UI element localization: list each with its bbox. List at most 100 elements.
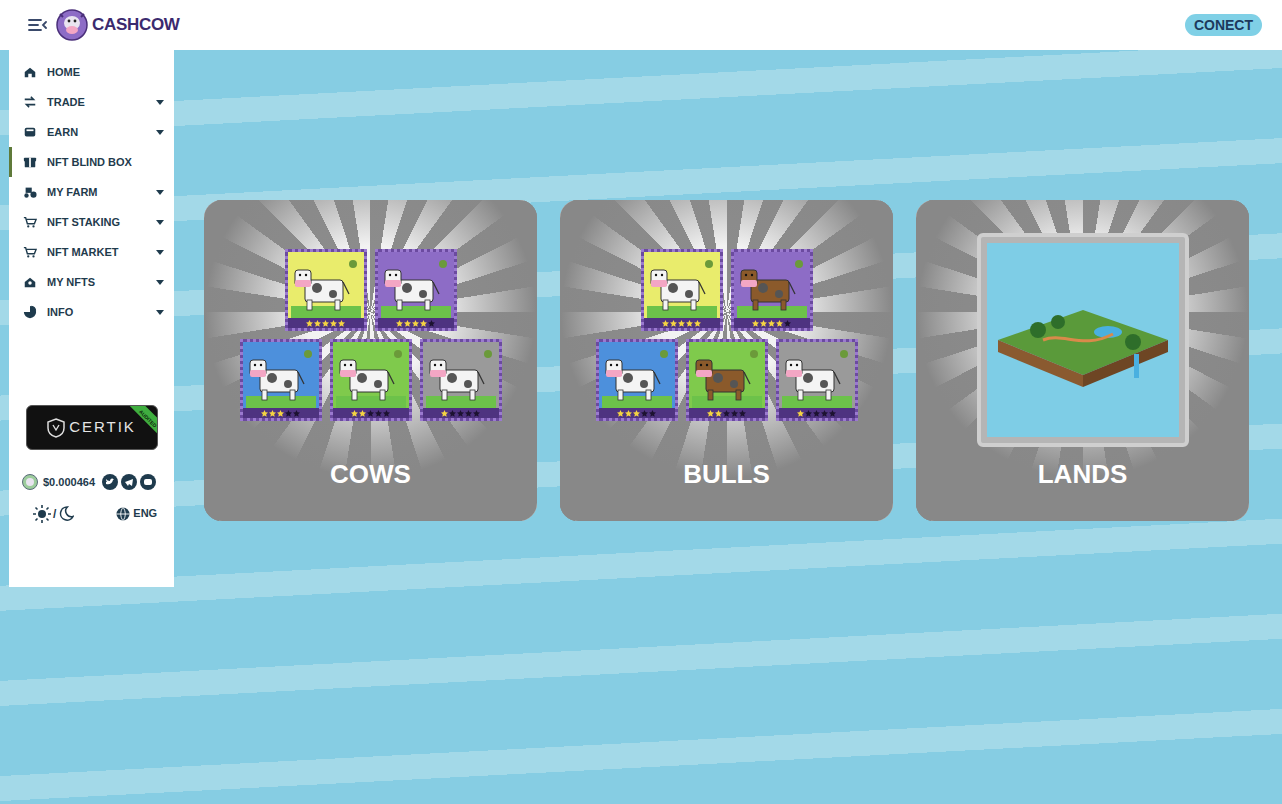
nft-card[interactable] xyxy=(686,339,768,421)
star-icon xyxy=(441,410,448,417)
house-icon xyxy=(23,275,37,289)
sidebar-label[interactable]: EARN xyxy=(47,124,78,141)
nft-preview xyxy=(596,249,858,421)
land-card[interactable] xyxy=(977,233,1189,447)
sidebar-item[interactable]: TRADE xyxy=(9,87,174,117)
star-icon xyxy=(449,410,456,417)
star-icon xyxy=(338,320,345,327)
sidebar-label[interactable]: MY NFTS xyxy=(47,274,95,291)
chevron-slot xyxy=(156,129,164,135)
category-title[interactable]: BULLS xyxy=(683,458,770,490)
menu-toggle[interactable] xyxy=(26,14,48,36)
cart-icon xyxy=(23,245,37,259)
chevron-down-icon xyxy=(156,130,164,135)
nft-card[interactable] xyxy=(641,249,723,331)
social-link[interactable] xyxy=(140,474,156,490)
category-card[interactable]: COWS xyxy=(204,200,537,521)
nft-card[interactable] xyxy=(285,249,367,331)
category-card[interactable]: LANDS xyxy=(916,200,1249,521)
sidebar-item[interactable]: NFT MARKET xyxy=(9,237,174,267)
star-rating xyxy=(689,408,765,418)
audited-label: AUDITED xyxy=(138,409,157,429)
category-title[interactable]: LANDS xyxy=(1038,458,1128,490)
star-icon xyxy=(633,410,640,417)
chevron-down-icon xyxy=(156,280,164,285)
star-icon xyxy=(428,320,435,327)
nft-card[interactable] xyxy=(776,339,858,421)
connect-button[interactable]: CONECT xyxy=(1185,14,1262,36)
star-icon xyxy=(412,320,419,327)
star-rating xyxy=(644,318,720,328)
nft-art xyxy=(734,252,810,318)
star-icon xyxy=(694,320,701,327)
sidebar-item[interactable]: MY NFTS xyxy=(9,267,174,297)
language-selector[interactable]: ENG xyxy=(116,505,157,522)
star-icon xyxy=(285,410,292,417)
nft-preview xyxy=(240,249,502,421)
cow-icon xyxy=(647,256,717,318)
nft-art xyxy=(644,252,720,318)
sidebar-label[interactable]: NFT BLIND BOX xyxy=(47,154,132,171)
star-icon xyxy=(641,410,648,417)
certik-shield-icon xyxy=(47,418,65,438)
nft-card[interactable] xyxy=(596,339,678,421)
sidebar-label[interactable]: NFT STAKING xyxy=(47,214,120,231)
tractor-icon xyxy=(23,185,37,199)
category-title[interactable]: COWS xyxy=(330,458,411,490)
nft-art xyxy=(599,342,675,408)
sidebar-item[interactable]: NFT STAKING xyxy=(9,207,174,237)
star-icon xyxy=(731,410,738,417)
nft-art xyxy=(333,342,409,408)
sidebar-item[interactable]: MY FARM xyxy=(9,177,174,207)
star-icon xyxy=(739,410,746,417)
logo[interactable]: CASHCOW xyxy=(56,9,180,41)
star-icon xyxy=(768,320,775,327)
social-link[interactable] xyxy=(102,474,118,490)
token-price: $0.000464 xyxy=(43,474,95,491)
top-bar: CASHCOW CONECT xyxy=(0,0,1282,50)
nft-card[interactable] xyxy=(240,339,322,421)
category-card[interactable]: BULLS xyxy=(560,200,893,521)
sidebar-label[interactable]: MY FARM xyxy=(47,184,98,201)
price-row: $0.000464 xyxy=(9,474,174,491)
star-icon xyxy=(715,410,722,417)
nft-art xyxy=(378,252,454,318)
nft-card[interactable] xyxy=(330,339,412,421)
theme-toggle[interactable]: / xyxy=(33,505,74,523)
star-icon xyxy=(752,320,759,327)
chevron-slot xyxy=(156,189,164,195)
star-icon xyxy=(396,320,403,327)
cow-icon xyxy=(602,346,672,408)
nft-card[interactable] xyxy=(731,249,813,331)
nft-card[interactable] xyxy=(420,339,502,421)
cashcow-logo-icon xyxy=(56,9,88,41)
certik-badge[interactable]: CERTIKAUDITED xyxy=(26,405,158,450)
nft-art xyxy=(243,342,319,408)
cow-icon xyxy=(291,256,361,318)
discord-icon xyxy=(140,474,156,490)
sidebar: HOME TRADE EARN NFT BLIND BOX MY FARM NFT STA… xyxy=(9,50,174,587)
nft-art xyxy=(779,342,855,408)
connect-label[interactable]: CONECT xyxy=(1194,15,1253,36)
sidebar-label[interactable]: INFO xyxy=(47,304,73,321)
star-icon xyxy=(261,410,268,417)
star-icon xyxy=(670,320,677,327)
sidebar-item[interactable]: INFO xyxy=(9,297,174,327)
sidebar-label[interactable]: NFT MARKET xyxy=(47,244,119,261)
star-icon xyxy=(473,410,480,417)
star-icon xyxy=(678,320,685,327)
star-rating xyxy=(378,318,454,328)
cow-icon xyxy=(381,256,451,318)
cart-icon xyxy=(23,215,37,229)
sidebar-label[interactable]: TRADE xyxy=(47,94,85,111)
sidebar-item[interactable]: NFT BLIND BOX xyxy=(9,147,174,177)
cow-icon xyxy=(426,346,496,408)
star-icon xyxy=(797,410,804,417)
language-label[interactable]: ENG xyxy=(133,505,157,522)
sidebar-item[interactable]: HOME xyxy=(9,57,174,87)
social-link[interactable] xyxy=(121,474,137,490)
nft-art xyxy=(288,252,364,318)
nft-card[interactable] xyxy=(375,249,457,331)
sidebar-item[interactable]: EARN xyxy=(9,117,174,147)
sidebar-label[interactable]: HOME xyxy=(47,64,80,81)
